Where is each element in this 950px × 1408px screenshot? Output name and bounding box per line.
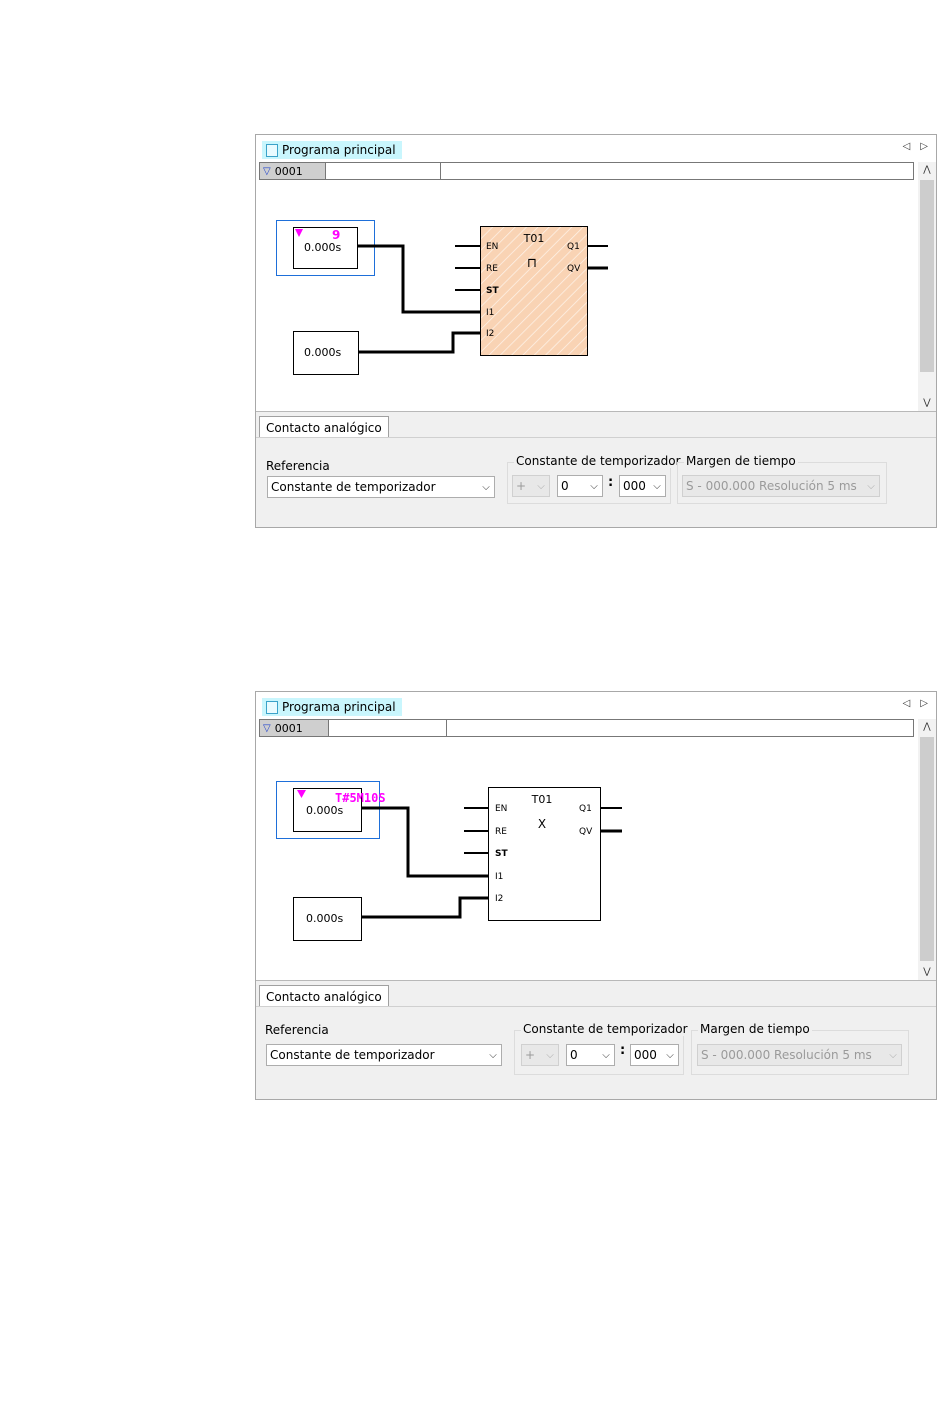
referencia-label: Referencia — [266, 459, 330, 473]
time-separator: : — [620, 1043, 626, 1058]
timer-input-i2: I2 — [495, 894, 503, 904]
time-separator: : — [608, 475, 614, 490]
wire-i1 — [358, 244, 480, 314]
chevron-down-icon: ⌵ — [867, 480, 875, 492]
timer-type-icon: ⊓ — [527, 256, 537, 271]
scroll-down-icon[interactable]: ⋁ — [918, 395, 936, 411]
timer-input-i1: I1 — [486, 308, 494, 318]
referencia-select[interactable]: Constante de temporizador ⌵ — [266, 1044, 502, 1066]
margen-value: S - 000.000 Resolución 5 ms — [686, 479, 857, 493]
minutes-select[interactable]: 0 ⌵ — [557, 475, 603, 497]
program-window-2: Programa principal ◁ ▷ ▽ 0001 ⋀ ⋁ T#5M10… — [255, 691, 937, 1100]
ladder-editor[interactable]: Programa principal ◁ ▷ ▽ 0001 ⋀ ⋁ — [256, 692, 936, 981]
contact-top-value: 0.000s — [304, 241, 341, 254]
ladder-editor[interactable]: Programa principal ◁ ▷ ▽ 0001 ⋀ ⋁ — [256, 135, 936, 412]
timer-output-qv: QV — [567, 264, 581, 274]
timer-block[interactable]: T01 X EN RE ST I1 I2 Q1 QV — [488, 787, 601, 921]
scroll-down-icon[interactable]: ⋁ — [918, 964, 936, 980]
tab-contacto-analogico[interactable]: Contacto analógico — [259, 985, 389, 1007]
contact-top-marker: T#5M10S — [335, 791, 386, 805]
contact-top-value: 0.000s — [306, 804, 343, 817]
sign-value: + — [516, 479, 527, 493]
ladder-diagram: 9 0.000s 0.000s T01 ⊓ EN RE ST I1 I2 Q1 … — [276, 220, 608, 375]
timer-block[interactable]: T01 ⊓ EN RE ST I1 I2 Q1 QV — [480, 226, 588, 356]
vertical-scrollbar[interactable]: ⋀ ⋁ — [918, 162, 936, 411]
contact-bottom[interactable]: 0.000s — [293, 897, 362, 941]
scroll-thumb[interactable] — [920, 737, 934, 961]
margen-select: S - 000.000 Resolución 5 ms ⌵ — [682, 475, 880, 497]
timer-output-q1: Q1 — [579, 804, 592, 814]
sign-select: + ⌵ — [521, 1044, 559, 1066]
chevron-down-icon: ⌵ — [590, 480, 598, 492]
scroll-thumb[interactable] — [920, 180, 934, 372]
constante-label: Constante de temporizador — [514, 454, 683, 468]
referencia-select[interactable]: Constante de temporizador ⌵ — [267, 476, 495, 498]
chevron-down-icon: ⌵ — [489, 1049, 497, 1061]
properties-panel: Contacto analógico Referencia Constante … — [256, 985, 936, 1099]
margen-select: S - 000.000 Resolución 5 ms ⌵ — [697, 1044, 902, 1066]
chevron-down-icon: ⌵ — [537, 480, 545, 492]
timer-output-q1: Q1 — [567, 242, 580, 252]
timer-input-en: EN — [486, 242, 498, 252]
timer-input-re: RE — [486, 264, 498, 274]
margen-label: Margen de tiempo — [698, 1022, 812, 1036]
millis-select[interactable]: 000 ⌵ — [630, 1044, 679, 1066]
tab-next-icon[interactable]: ▷ — [920, 698, 928, 709]
millis-value: 000 — [634, 1048, 657, 1062]
contact-bottom[interactable]: 0.000s — [293, 331, 359, 375]
timer-input-st: ST — [486, 286, 499, 296]
constante-label: Constante de temporizador — [521, 1022, 690, 1036]
sign-select: + ⌵ — [512, 475, 550, 497]
timer-name: T01 — [523, 232, 545, 245]
chevron-down-icon: ⌵ — [666, 1049, 674, 1061]
timer-input-i2: I2 — [486, 329, 494, 339]
timer-input-i1: I1 — [495, 872, 503, 882]
contact-top[interactable]: T#5M10S 0.000s — [293, 788, 386, 832]
minutes-value: 0 — [570, 1048, 578, 1062]
contact-bottom-value: 0.000s — [304, 346, 341, 359]
timer-output-qv: QV — [579, 827, 593, 837]
contact-top[interactable]: 9 0.000s — [293, 227, 358, 269]
referencia-value: Constante de temporizador — [271, 480, 436, 494]
margen-label: Margen de tiempo — [684, 454, 798, 468]
wire-i1 — [362, 806, 488, 878]
timer-input-en: EN — [495, 804, 507, 814]
millis-value: 000 — [623, 479, 646, 493]
wire-i2 — [362, 896, 488, 919]
contact-top-marker: 9 — [332, 228, 340, 242]
wire-i2 — [358, 331, 480, 354]
referencia-value: Constante de temporizador — [270, 1048, 435, 1062]
timer-input-st: ST — [495, 849, 508, 859]
chevron-down-icon: ⌵ — [482, 481, 490, 493]
properties-body: Referencia Constante de temporizador ⌵ C… — [256, 1006, 936, 1099]
chevron-down-icon: ⌵ — [889, 1049, 897, 1061]
millis-select[interactable]: 000 ⌵ — [619, 475, 666, 497]
program-window-1: Programa principal ◁ ▷ ▽ 0001 ⋀ ⋁ 9 0.00… — [255, 134, 937, 528]
tab-next-icon[interactable]: ▷ — [920, 141, 928, 152]
referencia-label: Referencia — [265, 1023, 329, 1037]
margen-value: S - 000.000 Resolución 5 ms — [701, 1048, 872, 1062]
chevron-down-icon: ⌵ — [602, 1049, 610, 1061]
vertical-scrollbar[interactable]: ⋀ ⋁ — [918, 719, 936, 980]
sign-value: + — [525, 1048, 536, 1062]
contact-bottom-value: 0.000s — [306, 912, 343, 925]
chevron-down-icon: ⌵ — [653, 480, 661, 492]
timer-type-icon: X — [538, 817, 546, 831]
properties-body: Referencia Constante de temporizador ⌵ C… — [256, 437, 936, 527]
chevron-down-icon: ⌵ — [546, 1049, 554, 1061]
properties-panel: Contacto analógico Referencia Constante … — [256, 416, 936, 527]
tab-contacto-analogico[interactable]: Contacto analógico — [259, 416, 389, 438]
scroll-up-icon[interactable]: ⋀ — [918, 162, 936, 178]
timer-input-re: RE — [495, 827, 507, 837]
minutes-value: 0 — [561, 479, 569, 493]
minutes-select[interactable]: 0 ⌵ — [566, 1044, 615, 1066]
scroll-up-icon[interactable]: ⋀ — [918, 719, 936, 735]
timer-name: T01 — [531, 793, 553, 806]
ladder-diagram: T#5M10S 0.000s 0.000s T01 X EN RE ST I1 … — [276, 781, 622, 941]
